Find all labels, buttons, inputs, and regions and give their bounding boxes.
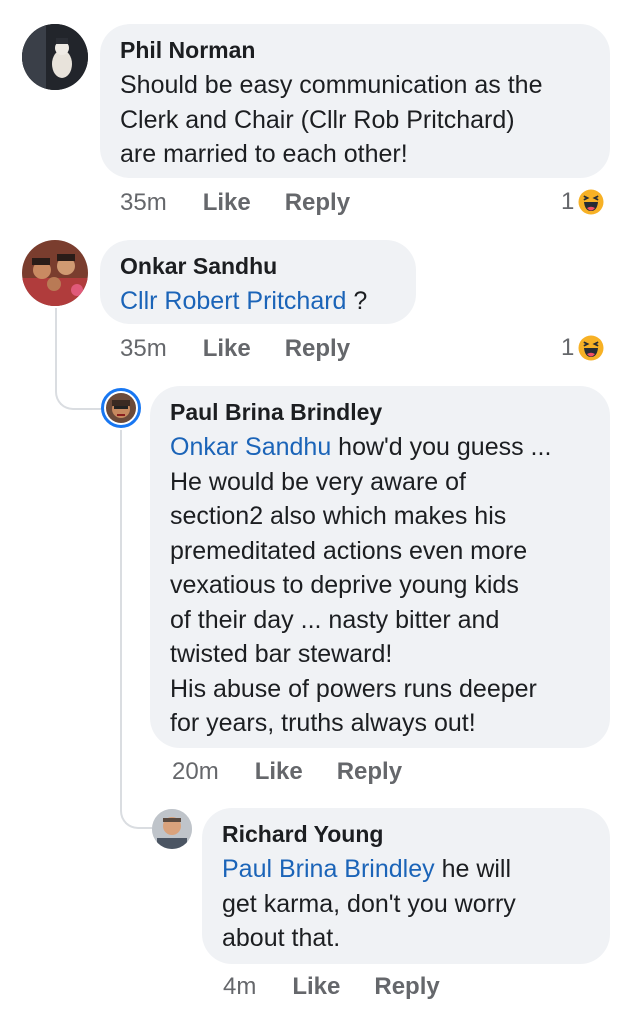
avatar[interactable]	[101, 388, 141, 428]
comment-line: of their day ... nasty bitter and	[170, 605, 500, 634]
comment-line: Clerk and Chair (Cllr Rob Pritchard)	[120, 105, 515, 134]
like-button[interactable]: Like	[203, 335, 251, 363]
reaction-count: 1	[561, 188, 575, 215]
mention-link[interactable]: Onkar Sandhu	[170, 433, 331, 461]
like-button[interactable]: Like	[292, 973, 340, 1001]
thread-connector	[120, 430, 152, 829]
comment-line: section2 also which makes his	[170, 502, 507, 530]
comment-line: Should be easy communication as the	[120, 71, 543, 99]
comment-text-after-mention: he will	[434, 855, 512, 883]
comment-line: He would be very aware of	[170, 467, 466, 496]
reply-button[interactable]: Reply	[374, 973, 439, 1001]
comment-text: Paul Brina Brindley he will get karma, d…	[222, 852, 590, 956]
comment-bubble: Richard Young Paul Brina Brindley he wil…	[202, 808, 610, 964]
reply-button[interactable]: Reply	[285, 335, 350, 363]
author-name[interactable]: Paul Brina Brindley	[170, 398, 590, 426]
comment-line: His abuse of powers runs deeper	[170, 674, 537, 703]
comment-text: Onkar Sandhu how'd you guess ... He woul…	[170, 430, 590, 741]
mention-link[interactable]: Paul Brina Brindley	[222, 855, 435, 883]
author-name[interactable]: Richard Young	[222, 820, 590, 848]
comment-line: are married to each other!	[120, 140, 408, 168]
comment-actions: 35m Like Reply	[120, 334, 350, 364]
comment-text: Cllr Robert Pritchard ?	[120, 284, 396, 319]
avatar[interactable]	[22, 24, 88, 90]
avatar[interactable]	[152, 809, 192, 849]
comment-bubble: Phil Norman Should be easy communication…	[100, 24, 610, 178]
comment-line: about that.	[222, 924, 341, 952]
comment-line: for years, truths always out!	[170, 709, 476, 737]
reaction-summary[interactable]: 1	[561, 188, 604, 216]
comment-line: Onkar Sandhu how'd you guess ...	[170, 430, 590, 465]
comment-line: get karma, don't you worry	[222, 889, 516, 918]
haha-emoji-icon	[578, 335, 604, 361]
comment-actions: 20m Like Reply	[172, 757, 402, 787]
timestamp[interactable]: 20m	[172, 758, 219, 786]
haha-emoji-icon	[578, 189, 604, 215]
avatar[interactable]	[22, 240, 88, 306]
comment-bubble: Onkar Sandhu Cllr Robert Pritchard ?	[100, 240, 416, 324]
comment-thread: Phil Norman Should be easy communication…	[0, 0, 630, 1024]
comment-actions: 4m Like Reply	[223, 972, 440, 1002]
comment-line: twisted bar steward!	[170, 640, 393, 668]
mention-link[interactable]: Cllr Robert Pritchard	[120, 287, 346, 315]
reply-button[interactable]: Reply	[285, 189, 350, 217]
timestamp[interactable]: 35m	[120, 335, 167, 363]
comment-text: Should be easy communication as the Cler…	[120, 68, 590, 172]
author-name[interactable]: Phil Norman	[120, 36, 590, 64]
comment-line: Paul Brina Brindley he will	[222, 852, 590, 887]
reaction-summary[interactable]: 1	[561, 334, 604, 362]
timestamp[interactable]: 35m	[120, 189, 167, 217]
reply-button[interactable]: Reply	[337, 758, 402, 786]
thread-connector	[55, 308, 107, 410]
comment-line: vexatious to deprive young kids	[170, 571, 519, 599]
author-name[interactable]: Onkar Sandhu	[120, 252, 396, 280]
like-button[interactable]: Like	[203, 189, 251, 217]
comment-bubble: Paul Brina Brindley Onkar Sandhu how'd y…	[150, 386, 610, 748]
like-button[interactable]: Like	[255, 758, 303, 786]
reaction-count: 1	[561, 334, 575, 361]
comment-actions: 35m Like Reply	[120, 188, 350, 218]
timestamp[interactable]: 4m	[223, 973, 256, 1001]
comment-line: premeditated actions even more	[170, 536, 528, 565]
comment-text-after-mention: how'd you guess ...	[331, 433, 552, 461]
comment-text-after-mention: ?	[346, 287, 368, 315]
